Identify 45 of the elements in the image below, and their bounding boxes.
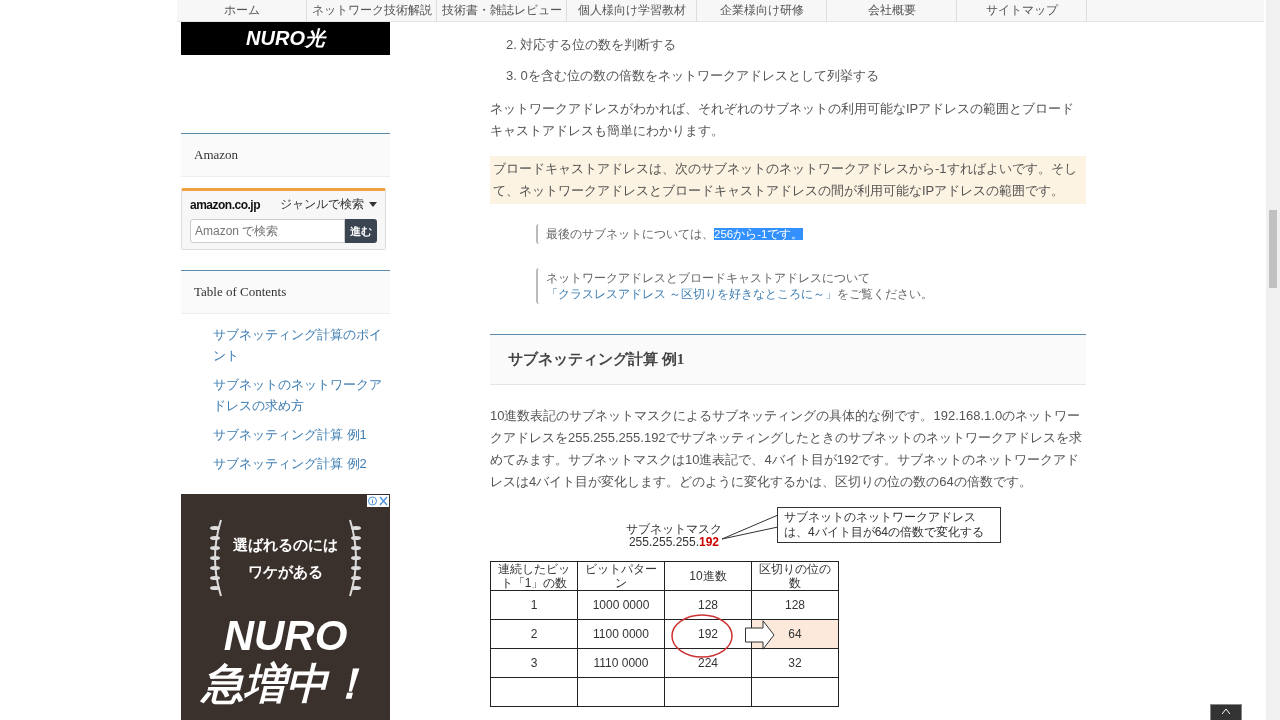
table-cell: 1 — [490, 590, 578, 620]
subnet-mask-label: サブネットマスク 255.255.255.192 — [626, 523, 722, 549]
nav-link[interactable]: ネットワーク技術解説 — [307, 0, 437, 21]
blockquote: ネットワークアドレスとブロードキャストアドレスについて 「クラスレスアドレス ～区切りを好きなところに～」をご覧ください。 — [536, 268, 1086, 304]
genre-dropdown[interactable]: ジャンルで検索 — [280, 196, 377, 213]
search-field[interactable]: Amazon で検索 — [190, 219, 345, 243]
list-item: 3. 0を含む位の数の倍数をネットワークアドレスとして列挙する — [506, 67, 880, 85]
table-header: 連続したビット「1」の数 — [490, 561, 578, 591]
table-cell: 128 — [751, 590, 839, 620]
highlighted-paragraph: ブロードキャストアドレスは、次のサブネットのネットワークアドレスから-1すればよいです。そして、ネットワークアドレスとブロードキャストアドレスの間が利用可能なIPアドレスの範囲です。 — [490, 156, 1086, 204]
table-cell: 1000 0000 — [577, 590, 665, 620]
widget-title: Amazon — [181, 133, 390, 177]
table-cell: 1100 0000 — [577, 619, 665, 649]
table-header: 10進数 — [664, 561, 752, 591]
section-heading: サブネッティング計算 例1 — [490, 334, 1086, 385]
table-header: 区切りの位の数 — [751, 561, 839, 591]
toc-link[interactable]: サブネッティング計算 例2 — [213, 453, 390, 474]
nuro-logo[interactable]: NURO光 — [181, 22, 390, 55]
ad-banner[interactable]: 選ばれるのには ワケがある NURO 急増中！ — [181, 494, 390, 720]
ad-tagline: 選ばれるのには ワケがある — [233, 535, 338, 582]
table-header: ビットパターン — [577, 561, 665, 591]
widget-title: Table of Contents — [181, 270, 390, 314]
table-cell: 224 — [664, 648, 752, 678]
article-link[interactable]: 「クラスレスアドレス ～区切りを好きなところに～」 — [546, 288, 838, 300]
blockquote: 最後のサブネットについては、256から-1です。 — [536, 224, 1086, 244]
toc-link[interactable]: サブネッティング計算 例1 — [213, 424, 390, 445]
toc-link[interactable]: サブネッティング計算のポイント — [213, 324, 390, 366]
nav-link[interactable]: 個人様向け学習教材 — [567, 0, 697, 21]
toc-link[interactable]: サブネットのネットワークアドレスの求め方 — [213, 374, 390, 416]
table-cell: 3 — [490, 648, 578, 678]
list-item: 2. 対応する位の数を判断する — [506, 36, 678, 54]
nav-link[interactable]: 企業様向け研修 — [697, 0, 827, 21]
nav-link[interactable]: 会社概要 — [827, 0, 957, 21]
paragraph: ネットワークアドレスがわかれば、それぞれのサブネットの利用可能なIPアドレスの範囲とブロードキャストアドレスも簡単にわかります。 — [490, 100, 1076, 140]
ad-headline: NURO 急増中！ — [199, 612, 371, 708]
paragraph: 10進数表記のサブネットマスクによるサブネッティングの具体的な例です。192.168.1.0のネットワークアドレスを255.255.255.192でサブネッティングしたときのサブネットのネットワークアドレスを求めてみます。サブネットマスクは10進表記で、4バイト目が192です。サブネットのネットワークアドレスは4バイト目が変化します。どのように変化するかは、区切りの位の数の64の倍数です。 — [490, 407, 1083, 491]
table-cell: 2 — [490, 619, 578, 649]
amazon-logo: amazon.co.jp — [190, 197, 260, 212]
nav-link[interactable]: サイトマップ — [957, 0, 1087, 21]
nav-link[interactable]: 技術書・雑誌レビュー — [437, 0, 567, 21]
table-cell: 128 — [664, 590, 752, 620]
search-button[interactable]: 進む — [345, 219, 377, 243]
table-cell: 32 — [751, 648, 839, 678]
table-cell: 1110 0000 — [577, 648, 665, 678]
nav-link[interactable]: ホーム — [177, 0, 307, 21]
